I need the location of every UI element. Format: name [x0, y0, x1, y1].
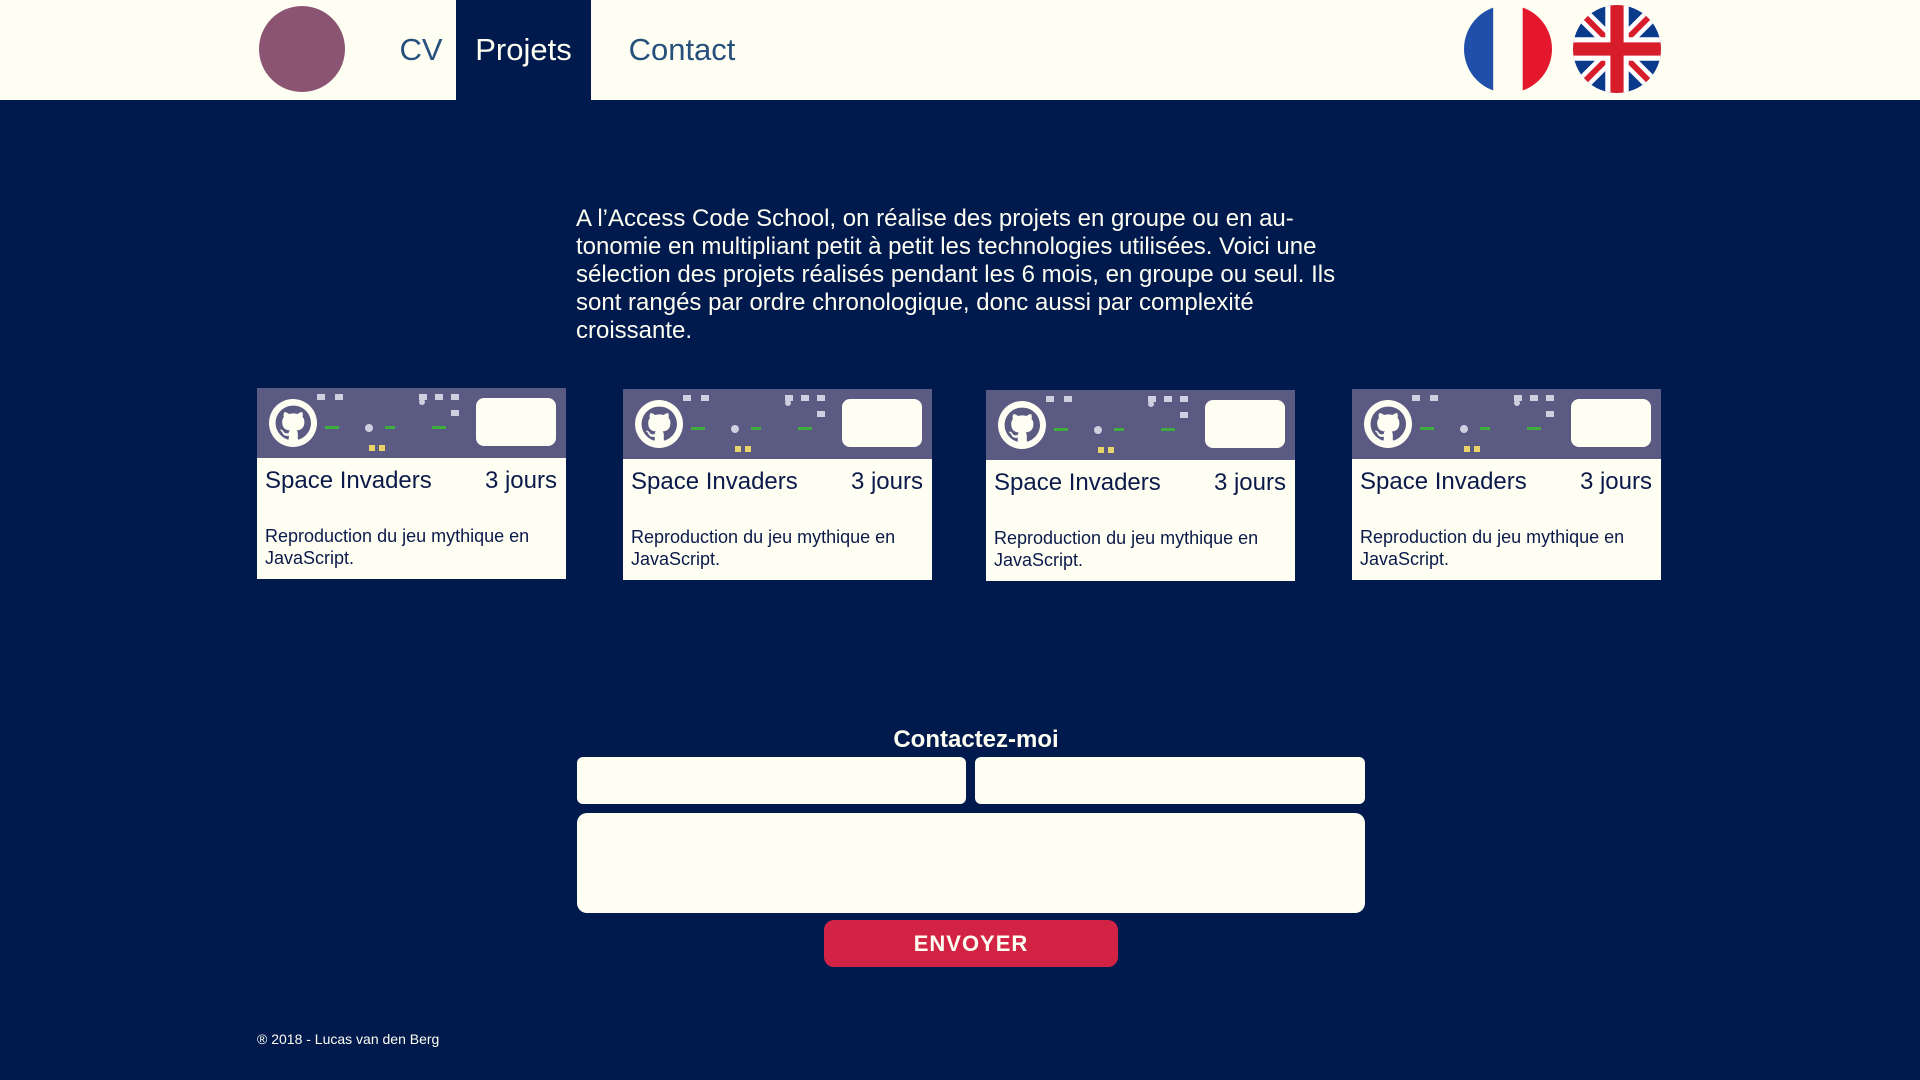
project-preview-box [1205, 400, 1285, 448]
nav-cv[interactable]: CV [388, 0, 454, 100]
project-thumbnail [623, 389, 932, 459]
project-card[interactable]: Space Invaders 3 jours Reproduction du j… [1352, 389, 1661, 580]
uk-flag-icon[interactable] [1573, 5, 1661, 93]
french-flag-icon[interactable] [1464, 5, 1552, 93]
project-preview-box [1571, 399, 1651, 447]
project-thumbnail [257, 388, 566, 458]
project-description: Reproduction du jeu mythique en JavaScri… [994, 528, 1259, 570]
header-bar: CV Projets Contact [0, 0, 1920, 100]
email-field[interactable] [975, 757, 1365, 804]
project-card[interactable]: Space Invaders 3 jours Reproduction du j… [986, 390, 1295, 581]
project-duration: 3 jours [850, 468, 923, 495]
project-preview-box [476, 398, 556, 446]
project-description: Reproduction du jeu mythique en JavaScri… [1360, 527, 1625, 569]
project-title: Space Invaders [265, 467, 432, 494]
project-thumbnail [1352, 389, 1661, 459]
project-duration: 3 jours [1213, 469, 1286, 496]
github-icon[interactable] [998, 401, 1046, 449]
nav-contact[interactable]: Contact [612, 0, 752, 100]
project-title: Space Invaders [631, 468, 798, 495]
project-duration: 3 jours [484, 467, 557, 494]
nav-projets[interactable]: Projets [456, 0, 591, 100]
project-description: Reproduction du jeu mythique en JavaScri… [631, 527, 896, 569]
footer-copyright: ® 2018 - Lucas van den Berg [257, 1031, 440, 1047]
project-title: Space Invaders [994, 469, 1161, 496]
project-preview-box [842, 399, 922, 447]
contact-title: Contactez-moi [893, 726, 1059, 753]
project-card[interactable]: Space Invaders 3 jours Reproduction du j… [257, 388, 566, 579]
avatar[interactable] [259, 6, 345, 92]
project-card[interactable]: Space Invaders 3 jours Reproduction du j… [623, 389, 932, 580]
message-field[interactable] [577, 813, 1365, 913]
intro-text: A l’Access Code School, on réalise des p… [576, 205, 1336, 344]
github-icon[interactable] [269, 399, 317, 447]
project-thumbnail [986, 390, 1295, 460]
project-title: Space Invaders [1360, 468, 1527, 495]
send-button[interactable]: ENVOYER [824, 920, 1118, 967]
project-description: Reproduction du jeu mythique en JavaScri… [265, 526, 530, 568]
project-duration: 3 jours [1579, 468, 1652, 495]
github-icon[interactable] [1364, 400, 1412, 448]
github-icon[interactable] [635, 400, 683, 448]
name-field[interactable] [577, 757, 966, 804]
